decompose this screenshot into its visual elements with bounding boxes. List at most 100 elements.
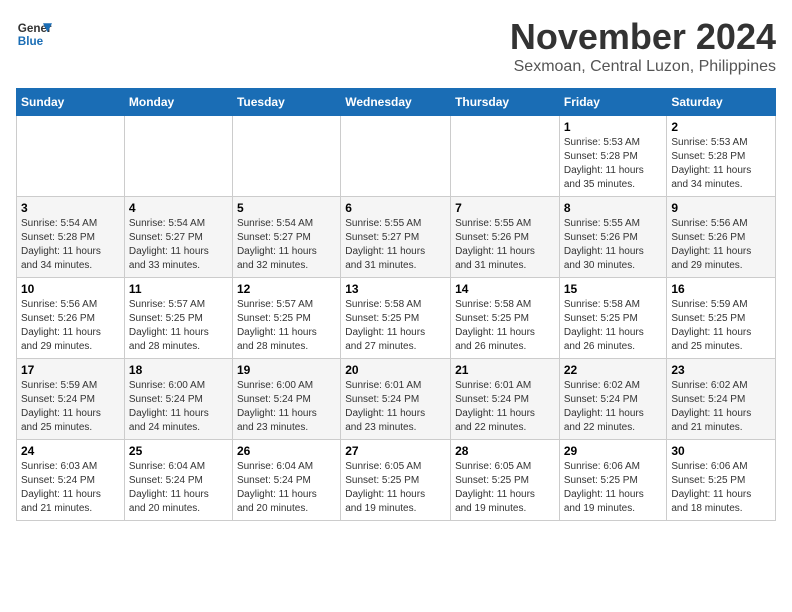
calendar-cell — [17, 116, 125, 197]
day-number: 8 — [564, 201, 663, 215]
calendar-cell: 20 Sunrise: 6:01 AM Sunset: 5:24 PM Dayli… — [341, 359, 451, 440]
header: General Blue November 2024 Sexmoan, Cent… — [16, 16, 776, 76]
calendar-cell: 18Sunrise: 6:00 AM Sunset: 5:24 PM Dayli… — [124, 359, 232, 440]
day-info: Sunrise: 6:00 AM Sunset: 5:24 PM Dayligh… — [129, 379, 228, 435]
calendar-cell: 13 Sunrise: 5:58 AM Sunset: 5:25 PM Dayli… — [341, 278, 451, 359]
svg-text:Blue: Blue — [18, 35, 44, 48]
day-number: 23 — [671, 363, 771, 377]
day-info: Sunrise: 5:53 AM Sunset: 5:28 PM Dayligh… — [671, 136, 771, 192]
day-number: 24 — [21, 444, 120, 458]
calendar-cell: 11Sunrise: 5:57 AM Sunset: 5:25 PM Dayli… — [124, 278, 232, 359]
calendar-cell — [124, 116, 232, 197]
day-info: Sunrise: 5:56 AM Sunset: 5:26 PM Dayligh… — [671, 217, 771, 273]
weekday-header-wednesday: Wednesday — [341, 89, 451, 116]
day-number: 12 — [237, 282, 336, 296]
calendar-week-row: 1 Sunrise: 5:53 AM Sunset: 5:28 PM Daylig… — [17, 116, 776, 197]
weekday-header-thursday: Thursday — [451, 89, 560, 116]
calendar-cell: 9 Sunrise: 5:56 AM Sunset: 5:26 PM Daylig… — [667, 197, 776, 278]
day-info: Sunrise: 6:01 AM Sunset: 5:24 PM Dayligh… — [345, 379, 446, 435]
day-info: Sunrise: 5:56 AM Sunset: 5:26 PM Dayligh… — [21, 298, 120, 354]
calendar-cell: 16 Sunrise: 5:59 AM Sunset: 5:25 PM Dayli… — [667, 278, 776, 359]
calendar-week-row: 3Sunrise: 5:54 AM Sunset: 5:28 PM Daylig… — [17, 197, 776, 278]
day-info: Sunrise: 5:57 AM Sunset: 5:25 PM Dayligh… — [237, 298, 336, 354]
calendar-cell: 23 Sunrise: 6:02 AM Sunset: 5:24 PM Dayli… — [667, 359, 776, 440]
weekday-header-monday: Monday — [124, 89, 232, 116]
weekday-header-tuesday: Tuesday — [232, 89, 340, 116]
month-title: November 2024 — [510, 16, 776, 58]
day-number: 7 — [455, 201, 555, 215]
calendar-cell: 27 Sunrise: 6:05 AM Sunset: 5:25 PM Dayli… — [341, 440, 451, 521]
calendar-table: SundayMondayTuesdayWednesdayThursdayFrid… — [16, 88, 776, 521]
day-info: Sunrise: 5:55 AM Sunset: 5:27 PM Dayligh… — [345, 217, 446, 273]
day-info: Sunrise: 6:06 AM Sunset: 5:25 PM Dayligh… — [564, 460, 663, 516]
day-info: Sunrise: 6:06 AM Sunset: 5:25 PM Dayligh… — [671, 460, 771, 516]
calendar-week-row: 24Sunrise: 6:03 AM Sunset: 5:24 PM Dayli… — [17, 440, 776, 521]
day-info: Sunrise: 5:54 AM Sunset: 5:28 PM Dayligh… — [21, 217, 120, 273]
calendar-cell: 15Sunrise: 5:58 AM Sunset: 5:25 PM Dayli… — [559, 278, 667, 359]
day-number: 4 — [129, 201, 228, 215]
location-subtitle: Sexmoan, Central Luzon, Philippines — [510, 58, 776, 76]
day-info: Sunrise: 6:02 AM Sunset: 5:24 PM Dayligh… — [671, 379, 771, 435]
calendar-cell: 5 Sunrise: 5:54 AM Sunset: 5:27 PM Daylig… — [232, 197, 340, 278]
day-number: 5 — [237, 201, 336, 215]
calendar-cell: 24Sunrise: 6:03 AM Sunset: 5:24 PM Dayli… — [17, 440, 125, 521]
day-number: 1 — [564, 120, 663, 134]
calendar-cell: 21 Sunrise: 6:01 AM Sunset: 5:24 PM Dayli… — [451, 359, 560, 440]
day-number: 19 — [237, 363, 336, 377]
calendar-week-row: 17Sunrise: 5:59 AM Sunset: 5:24 PM Dayli… — [17, 359, 776, 440]
calendar-cell: 4 Sunrise: 5:54 AM Sunset: 5:27 PM Daylig… — [124, 197, 232, 278]
calendar-cell: 30Sunrise: 6:06 AM Sunset: 5:25 PM Dayli… — [667, 440, 776, 521]
day-number: 25 — [129, 444, 228, 458]
weekday-header-row: SundayMondayTuesdayWednesdayThursdayFrid… — [17, 89, 776, 116]
day-number: 11 — [129, 282, 228, 296]
day-info: Sunrise: 6:05 AM Sunset: 5:25 PM Dayligh… — [345, 460, 446, 516]
day-info: Sunrise: 6:00 AM Sunset: 5:24 PM Dayligh… — [237, 379, 336, 435]
calendar-week-row: 10Sunrise: 5:56 AM Sunset: 5:26 PM Dayli… — [17, 278, 776, 359]
day-info: Sunrise: 6:01 AM Sunset: 5:24 PM Dayligh… — [455, 379, 555, 435]
calendar-cell: 8Sunrise: 5:55 AM Sunset: 5:26 PM Daylig… — [559, 197, 667, 278]
calendar-cell: 3Sunrise: 5:54 AM Sunset: 5:28 PM Daylig… — [17, 197, 125, 278]
calendar-cell — [341, 116, 451, 197]
calendar-cell: 12 Sunrise: 5:57 AM Sunset: 5:25 PM Dayli… — [232, 278, 340, 359]
day-info: Sunrise: 5:55 AM Sunset: 5:26 PM Dayligh… — [455, 217, 555, 273]
day-info: Sunrise: 6:04 AM Sunset: 5:24 PM Dayligh… — [129, 460, 228, 516]
calendar-cell: 19 Sunrise: 6:00 AM Sunset: 5:24 PM Dayli… — [232, 359, 340, 440]
day-number: 15 — [564, 282, 663, 296]
weekday-header-saturday: Saturday — [667, 89, 776, 116]
day-info: Sunrise: 6:05 AM Sunset: 5:25 PM Dayligh… — [455, 460, 555, 516]
weekday-header-sunday: Sunday — [17, 89, 125, 116]
logo: General Blue — [16, 16, 52, 52]
day-number: 2 — [671, 120, 771, 134]
calendar-cell — [232, 116, 340, 197]
calendar-cell: 6 Sunrise: 5:55 AM Sunset: 5:27 PM Daylig… — [341, 197, 451, 278]
title-area: November 2024 Sexmoan, Central Luzon, Ph… — [510, 16, 776, 76]
calendar-cell — [451, 116, 560, 197]
day-info: Sunrise: 5:53 AM Sunset: 5:28 PM Dayligh… — [564, 136, 663, 192]
calendar-cell: 25 Sunrise: 6:04 AM Sunset: 5:24 PM Dayli… — [124, 440, 232, 521]
day-number: 14 — [455, 282, 555, 296]
logo-icon: General Blue — [16, 16, 52, 52]
calendar-cell: 26Sunrise: 6:04 AM Sunset: 5:24 PM Dayli… — [232, 440, 340, 521]
day-number: 28 — [455, 444, 555, 458]
day-number: 16 — [671, 282, 771, 296]
day-number: 9 — [671, 201, 771, 215]
day-number: 20 — [345, 363, 446, 377]
calendar-cell: 22Sunrise: 6:02 AM Sunset: 5:24 PM Dayli… — [559, 359, 667, 440]
calendar-cell: 14 Sunrise: 5:58 AM Sunset: 5:25 PM Dayli… — [451, 278, 560, 359]
day-info: Sunrise: 6:02 AM Sunset: 5:24 PM Dayligh… — [564, 379, 663, 435]
calendar-cell: 1 Sunrise: 5:53 AM Sunset: 5:28 PM Daylig… — [559, 116, 667, 197]
calendar-cell: 17Sunrise: 5:59 AM Sunset: 5:24 PM Dayli… — [17, 359, 125, 440]
calendar-cell: 7 Sunrise: 5:55 AM Sunset: 5:26 PM Daylig… — [451, 197, 560, 278]
day-info: Sunrise: 5:58 AM Sunset: 5:25 PM Dayligh… — [345, 298, 446, 354]
day-info: Sunrise: 5:54 AM Sunset: 5:27 PM Dayligh… — [237, 217, 336, 273]
day-number: 13 — [345, 282, 446, 296]
day-info: Sunrise: 5:54 AM Sunset: 5:27 PM Dayligh… — [129, 217, 228, 273]
day-number: 21 — [455, 363, 555, 377]
day-info: Sunrise: 5:58 AM Sunset: 5:25 PM Dayligh… — [455, 298, 555, 354]
day-info: Sunrise: 5:59 AM Sunset: 5:25 PM Dayligh… — [671, 298, 771, 354]
day-number: 27 — [345, 444, 446, 458]
weekday-header-friday: Friday — [559, 89, 667, 116]
calendar-cell: 28 Sunrise: 6:05 AM Sunset: 5:25 PM Dayli… — [451, 440, 560, 521]
day-number: 6 — [345, 201, 446, 215]
calendar-cell: 2 Sunrise: 5:53 AM Sunset: 5:28 PM Daylig… — [667, 116, 776, 197]
